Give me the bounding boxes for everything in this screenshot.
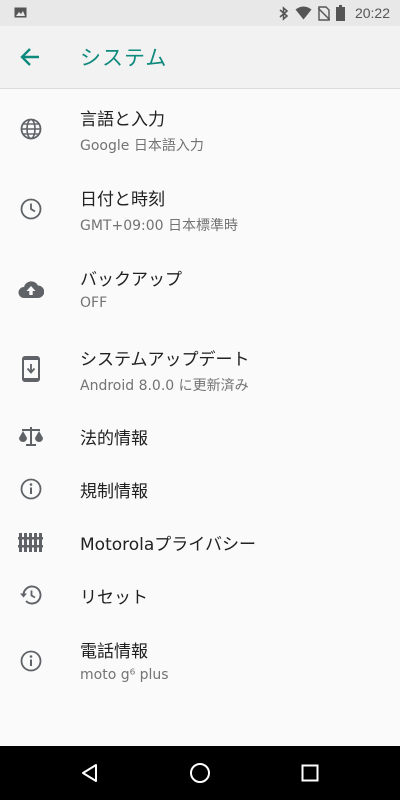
nav-back-button[interactable] bbox=[74, 757, 106, 789]
recents-square-icon bbox=[301, 764, 319, 782]
status-time: 20:22 bbox=[354, 5, 390, 21]
navigation-bar bbox=[0, 746, 400, 800]
page-title: システム bbox=[80, 46, 168, 70]
setting-reset[interactable]: リセット bbox=[0, 568, 400, 621]
nav-home-button[interactable] bbox=[184, 757, 216, 789]
home-circle-icon bbox=[190, 763, 210, 783]
history-icon bbox=[16, 580, 46, 610]
clock-icon bbox=[16, 194, 46, 224]
status-bar: 20:22 bbox=[0, 0, 400, 26]
app-bar: システム bbox=[0, 26, 400, 89]
system-update-icon bbox=[16, 354, 46, 384]
setting-legal-info[interactable]: 法的情報 bbox=[0, 409, 400, 462]
setting-subtitle: OFF bbox=[80, 295, 108, 311]
setting-date-time[interactable]: 日付と時刻 GMT+09:00 日本標準時 bbox=[0, 169, 400, 249]
wifi-icon bbox=[295, 6, 312, 20]
arrow-left-icon bbox=[20, 48, 39, 66]
setting-subtitle: moto g⁶ plus bbox=[80, 667, 169, 683]
setting-subtitle: GMT+09:00 日本標準時 bbox=[80, 218, 239, 234]
nav-recents-button[interactable] bbox=[294, 757, 326, 789]
info-icon bbox=[16, 646, 46, 676]
setting-subtitle: Google 日本語入力 bbox=[80, 138, 204, 154]
scale-icon bbox=[16, 421, 46, 451]
setting-system-update[interactable]: システムアップデート Android 8.0.0 に更新済み bbox=[0, 329, 400, 409]
setting-title: バックアップ bbox=[80, 270, 182, 290]
setting-title: 日付と時刻 bbox=[80, 190, 165, 210]
settings-list: 言語と入力 Google 日本語入力 日付と時刻 GMT+09:00 日本標準時… bbox=[0, 89, 400, 701]
setting-motorola-privacy[interactable]: Motorolaプライバシー bbox=[0, 515, 400, 568]
bluetooth-icon bbox=[279, 5, 289, 21]
back-triangle-icon bbox=[82, 764, 97, 782]
setting-about-phone[interactable]: 電話情報 moto g⁶ plus bbox=[0, 621, 400, 701]
info-icon bbox=[16, 474, 46, 504]
setting-regulatory-info[interactable]: 規制情報 bbox=[0, 462, 400, 515]
setting-subtitle: Android 8.0.0 に更新済み bbox=[80, 378, 249, 394]
setting-backup[interactable]: バックアップ OFF bbox=[0, 249, 400, 329]
cloud-upload-icon bbox=[16, 274, 46, 304]
setting-title: 法的情報 bbox=[80, 429, 148, 449]
setting-title: Motorolaプライバシー bbox=[80, 535, 256, 555]
back-button[interactable] bbox=[16, 43, 44, 71]
setting-title: 言語と入力 bbox=[80, 110, 165, 130]
setting-title: リセット bbox=[80, 588, 148, 608]
gallery-icon bbox=[14, 7, 27, 18]
battery-icon bbox=[335, 5, 345, 21]
setting-title: 電話情報 bbox=[80, 642, 148, 662]
no-sim-icon bbox=[317, 5, 330, 21]
globe-icon bbox=[16, 114, 46, 144]
setting-title: システムアップデート bbox=[80, 350, 250, 370]
fence-icon bbox=[16, 527, 46, 557]
setting-language-input[interactable]: 言語と入力 Google 日本語入力 bbox=[0, 89, 400, 169]
setting-title: 規制情報 bbox=[80, 482, 148, 502]
